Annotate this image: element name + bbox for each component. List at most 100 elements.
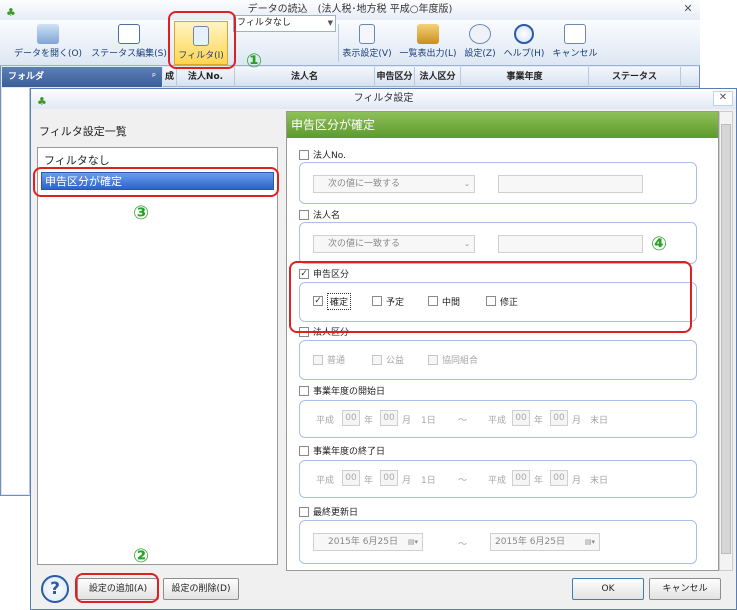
fy-start-year-unit: 年 bbox=[364, 416, 374, 426]
help-icon bbox=[514, 24, 534, 44]
corp-type-koeki-label: 公益 bbox=[386, 356, 405, 366]
vertical-scrollbar[interactable] bbox=[719, 111, 733, 571]
column-header[interactable]: 法人区分 bbox=[415, 67, 461, 87]
scrollbar-thumb[interactable] bbox=[721, 124, 731, 554]
dialog-help-button[interactable]: ? bbox=[41, 575, 69, 603]
fy-start-era2: 平成 bbox=[488, 416, 507, 426]
corp-type-futsu-label: 普通 bbox=[327, 356, 346, 366]
fy-end-month-unit: 月 bbox=[402, 476, 412, 486]
main-window-close-button[interactable]: ✕ bbox=[679, 2, 697, 17]
corp-no-condition-select[interactable]: 次の値に一致する ⌄ bbox=[313, 175, 475, 193]
ribbon-divider bbox=[338, 24, 339, 62]
fy-start-month2-input[interactable]: 00 bbox=[550, 410, 568, 426]
column-header[interactable]: 成 bbox=[163, 67, 177, 87]
filter-list-heading: フィルタ設定一覧 bbox=[39, 125, 127, 138]
fy-end-checkbox[interactable] bbox=[299, 446, 309, 456]
column-header[interactable]: ステータス bbox=[589, 67, 681, 87]
last-updated-from-value: 2015年 6月25日 bbox=[328, 537, 398, 547]
last-updated-label: 最終更新日 bbox=[313, 508, 359, 518]
fy-start-day: 1日 bbox=[421, 416, 436, 426]
fy-end-label: 事業年度の終了日 bbox=[313, 447, 386, 457]
fy-start-month2-unit: 月 bbox=[572, 416, 582, 426]
annotation-number-4: ④ bbox=[651, 233, 668, 255]
filter-detail-panel: 申告区分が確定 法人No. 次の値に一致する ⌄ 法人名 次の値に一致する ⌄ … bbox=[286, 111, 719, 571]
status-edit-button[interactable]: ステータス編集(S) bbox=[90, 20, 168, 66]
annotation-number-1: ① bbox=[246, 50, 263, 72]
list-export-button[interactable]: 一覧表出力(L) bbox=[398, 20, 458, 66]
panel-title: 申告区分が確定 bbox=[287, 112, 718, 138]
fy-end-era2: 平成 bbox=[488, 476, 507, 486]
column-header[interactable]: 法人No. bbox=[177, 67, 235, 87]
column-header[interactable]: 申告区分 bbox=[375, 67, 415, 87]
corp-type-kyodo-label: 協同組合 bbox=[442, 356, 479, 366]
help-button[interactable]: ヘルプ(H) bbox=[502, 20, 546, 66]
fy-end-month-input[interactable]: 00 bbox=[380, 470, 398, 486]
fy-start-month-unit: 月 bbox=[402, 416, 412, 426]
ribbon-cancel-label: キャンセル bbox=[552, 49, 598, 59]
pin-icon[interactable]: ᵖ bbox=[152, 67, 156, 87]
corp-type-koeki-checkbox[interactable] bbox=[372, 355, 382, 365]
calendar-icon: ▤▾ bbox=[584, 538, 595, 546]
fy-start-era: 平成 bbox=[316, 416, 335, 426]
corp-no-checkbox[interactable] bbox=[299, 150, 309, 160]
annotation-box-1 bbox=[168, 11, 236, 69]
dialog-titlebar: ♣ フィルタ設定 ✕ bbox=[31, 89, 736, 109]
corp-type-kyodo-checkbox[interactable] bbox=[428, 355, 438, 365]
display-settings-label: 表示設定(V) bbox=[342, 49, 392, 59]
fy-end-tilde: ～ bbox=[458, 476, 468, 486]
last-updated-to-picker[interactable]: 2015年 6月25日 ▤▾ bbox=[490, 533, 600, 551]
fy-end-month2-unit: 月 bbox=[572, 476, 582, 486]
corp-name-input[interactable] bbox=[498, 235, 643, 253]
open-data-button[interactable]: データを開く(O) bbox=[12, 20, 84, 66]
status-edit-icon bbox=[118, 24, 140, 44]
display-settings-icon bbox=[359, 24, 375, 44]
fy-start-month-input[interactable]: 00 bbox=[380, 410, 398, 426]
ribbon-cancel-button[interactable]: キャンセル bbox=[550, 20, 600, 66]
fy-start-year-input[interactable]: 00 bbox=[342, 410, 360, 426]
corp-no-input[interactable] bbox=[498, 175, 643, 193]
ok-button[interactable]: OK bbox=[572, 578, 644, 600]
fy-start-checkbox[interactable] bbox=[299, 386, 309, 396]
fy-start-year2-unit: 年 bbox=[534, 416, 544, 426]
chevron-down-icon: ⌄ bbox=[464, 240, 470, 248]
fy-end-month2-input[interactable]: 00 bbox=[550, 470, 568, 486]
corp-name-label: 法人名 bbox=[313, 211, 341, 221]
fy-start-label: 事業年度の開始日 bbox=[313, 387, 386, 397]
corp-type-futsu-checkbox[interactable] bbox=[313, 355, 323, 365]
column-header[interactable]: 事業年度 bbox=[461, 67, 589, 87]
fy-end-year-unit: 年 bbox=[364, 476, 374, 486]
fy-end-year-input[interactable]: 00 bbox=[342, 470, 360, 486]
fy-start-tilde: ～ bbox=[458, 416, 468, 426]
display-settings-button[interactable]: 表示設定(V) bbox=[342, 20, 392, 66]
help-label: ヘルプ(H) bbox=[503, 49, 545, 59]
fy-start-year2-input[interactable]: 00 bbox=[512, 410, 530, 426]
filter-select[interactable]: フィルタなし ▼ bbox=[233, 15, 336, 32]
corp-no-label: 法人No. bbox=[313, 151, 346, 161]
annotation-box-4 bbox=[289, 261, 692, 333]
annotation-number-2: ② bbox=[133, 545, 150, 567]
last-updated-checkbox[interactable] bbox=[299, 507, 309, 517]
fy-end-day: 1日 bbox=[421, 476, 436, 486]
settings-button[interactable]: 設定(Z) bbox=[462, 20, 498, 66]
ribbon-toolbar: データを開く(O) ステータス編集(S) フィルタ(I) 表示設定(V) 一覧表… bbox=[0, 20, 700, 66]
fy-end-end: 末日 bbox=[590, 476, 609, 486]
last-updated-tilde: ～ bbox=[458, 540, 468, 550]
filter-select-value: フィルタなし bbox=[237, 18, 291, 28]
open-data-icon bbox=[37, 24, 59, 44]
folder-tree-panel bbox=[2, 88, 30, 494]
dialog-close-button[interactable]: ✕ bbox=[713, 91, 733, 106]
corp-name-condition-select[interactable]: 次の値に一致する ⌄ bbox=[313, 235, 475, 253]
annotation-number-3: ③ bbox=[133, 202, 150, 224]
calendar-icon: ▤▾ bbox=[407, 538, 418, 546]
last-updated-from-picker[interactable]: 2015年 6月25日 ▤▾ bbox=[313, 533, 423, 551]
dialog-cancel-button[interactable]: キャンセル bbox=[649, 578, 721, 600]
folder-pane-header: フォルダ ᵖ bbox=[2, 67, 162, 87]
dialog-title: フィルタ設定 bbox=[353, 93, 414, 104]
corp-name-checkbox[interactable] bbox=[299, 210, 309, 220]
settings-label: 設定(Z) bbox=[464, 49, 496, 59]
fy-end-year2-input[interactable]: 00 bbox=[512, 470, 530, 486]
fy-end-era: 平成 bbox=[316, 476, 335, 486]
fy-end-group: 平成 00 年 00 月 1日 ～ 平成 00 年 00 月 末日 bbox=[299, 460, 697, 498]
delete-setting-button[interactable]: 設定の削除(D) bbox=[163, 578, 239, 600]
corp-name-group: 次の値に一致する ⌄ bbox=[299, 222, 697, 264]
